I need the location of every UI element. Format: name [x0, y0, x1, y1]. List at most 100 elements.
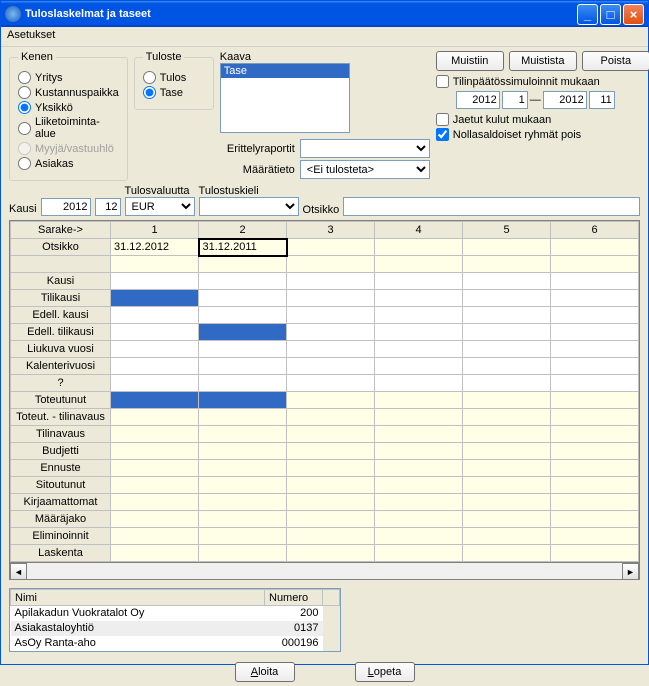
grid-cell[interactable]: [463, 460, 551, 477]
grid-cell[interactable]: [199, 324, 287, 341]
grid-cell[interactable]: [551, 392, 639, 409]
radio-tase[interactable]: [143, 86, 156, 99]
grid-cell[interactable]: [199, 375, 287, 392]
grid-cell[interactable]: [199, 443, 287, 460]
grid-cell[interactable]: [199, 511, 287, 528]
grid-cell[interactable]: [463, 392, 551, 409]
col-header[interactable]: 1: [111, 222, 199, 239]
grid-cell[interactable]: [551, 256, 639, 273]
grid-cell[interactable]: [111, 443, 199, 460]
grid-cell[interactable]: [199, 256, 287, 273]
grid-cell[interactable]: [551, 324, 639, 341]
grid-cell[interactable]: [375, 324, 463, 341]
grid-cell[interactable]: [463, 477, 551, 494]
grid-cell[interactable]: [111, 256, 199, 273]
list-header-nimi[interactable]: Nimi: [11, 590, 265, 606]
grid-cell[interactable]: [199, 358, 287, 375]
grid-cell[interactable]: [287, 494, 375, 511]
grid-cell[interactable]: [111, 477, 199, 494]
grid-cell[interactable]: [375, 426, 463, 443]
grid-cell[interactable]: [287, 307, 375, 324]
grid-cell[interactable]: [199, 528, 287, 545]
grid-cell[interactable]: [111, 307, 199, 324]
grid-cell[interactable]: [111, 375, 199, 392]
grid-cell[interactable]: [463, 273, 551, 290]
kaava-item-tase[interactable]: Tase: [221, 64, 349, 78]
grid-cell[interactable]: [551, 545, 639, 562]
grid-cell[interactable]: 31.12.2012: [111, 239, 199, 256]
sim-month1[interactable]: [502, 91, 528, 109]
grid-cell[interactable]: [375, 273, 463, 290]
hscroll-track[interactable]: [27, 563, 622, 579]
grid-cell[interactable]: [199, 494, 287, 511]
grid-cell[interactable]: [375, 392, 463, 409]
muistiin-button[interactable]: Muistiin: [436, 51, 504, 71]
poista-button[interactable]: Poista: [582, 51, 649, 71]
grid-cell[interactable]: [551, 375, 639, 392]
grid-cell[interactable]: [111, 324, 199, 341]
grid-cell[interactable]: [375, 545, 463, 562]
grid-cell[interactable]: [287, 460, 375, 477]
sim-year2[interactable]: [543, 91, 587, 109]
grid-cell[interactable]: [375, 528, 463, 545]
menu-asetukset[interactable]: Asetukset: [7, 29, 55, 41]
radio-liiketoiminta[interactable]: [18, 122, 31, 135]
otsikko-input[interactable]: [343, 197, 640, 216]
grid-cell[interactable]: [551, 460, 639, 477]
grid-cell[interactable]: [287, 290, 375, 307]
grid-cell[interactable]: [287, 545, 375, 562]
grid-cell[interactable]: [375, 477, 463, 494]
scroll-left-icon[interactable]: ◄: [10, 563, 27, 580]
grid-cell[interactable]: [287, 273, 375, 290]
grid-cell[interactable]: [287, 324, 375, 341]
grid-cell[interactable]: [463, 409, 551, 426]
grid-cell[interactable]: [551, 443, 639, 460]
grid-cell[interactable]: [463, 528, 551, 545]
grid-cell[interactable]: [463, 358, 551, 375]
grid-cell[interactable]: [199, 477, 287, 494]
kaava-listbox[interactable]: Tase: [220, 63, 350, 133]
grid-cell[interactable]: [199, 392, 287, 409]
grid-cell[interactable]: [375, 443, 463, 460]
grid-cell[interactable]: [463, 511, 551, 528]
grid-cell[interactable]: [287, 511, 375, 528]
col-header[interactable]: 4: [375, 222, 463, 239]
grid-cell[interactable]: [111, 341, 199, 358]
radio-asiakas[interactable]: [18, 157, 31, 170]
grid-cell[interactable]: [375, 290, 463, 307]
grid-cell[interactable]: [111, 273, 199, 290]
grid-cell[interactable]: [375, 494, 463, 511]
grid-cell[interactable]: [463, 290, 551, 307]
grid-cell[interactable]: [111, 528, 199, 545]
sim-year1[interactable]: [456, 91, 500, 109]
grid-cell[interactable]: [375, 256, 463, 273]
grid-cell[interactable]: [287, 409, 375, 426]
grid-cell[interactable]: [551, 494, 639, 511]
list-scrollbar[interactable]: [323, 606, 340, 651]
grid-cell[interactable]: [551, 239, 639, 256]
grid-cell[interactable]: [111, 545, 199, 562]
grid-cell[interactable]: [199, 460, 287, 477]
scroll-right-icon[interactable]: ►: [622, 563, 639, 580]
col-header[interactable]: 6: [551, 222, 639, 239]
grid-cell[interactable]: [287, 528, 375, 545]
grid-cell[interactable]: [111, 494, 199, 511]
muistista-button[interactable]: Muistista: [509, 51, 577, 71]
grid-cell[interactable]: [375, 307, 463, 324]
jaetut-checkbox[interactable]: [436, 113, 449, 126]
grid-cell[interactable]: [287, 426, 375, 443]
grid-cell[interactable]: [463, 239, 551, 256]
grid-cell[interactable]: [463, 256, 551, 273]
radio-yritys[interactable]: [18, 71, 31, 84]
grid-cell[interactable]: [287, 375, 375, 392]
grid-cell[interactable]: [287, 392, 375, 409]
col-header[interactable]: 3: [287, 222, 375, 239]
list-header-numero[interactable]: Numero: [265, 590, 323, 606]
grid-cell[interactable]: [111, 426, 199, 443]
grid-cell[interactable]: [199, 426, 287, 443]
grid-cell[interactable]: [287, 341, 375, 358]
sim-checkbox[interactable]: [436, 75, 449, 88]
grid-cell[interactable]: [463, 545, 551, 562]
grid-cell[interactable]: [463, 375, 551, 392]
grid-cell[interactable]: [375, 460, 463, 477]
